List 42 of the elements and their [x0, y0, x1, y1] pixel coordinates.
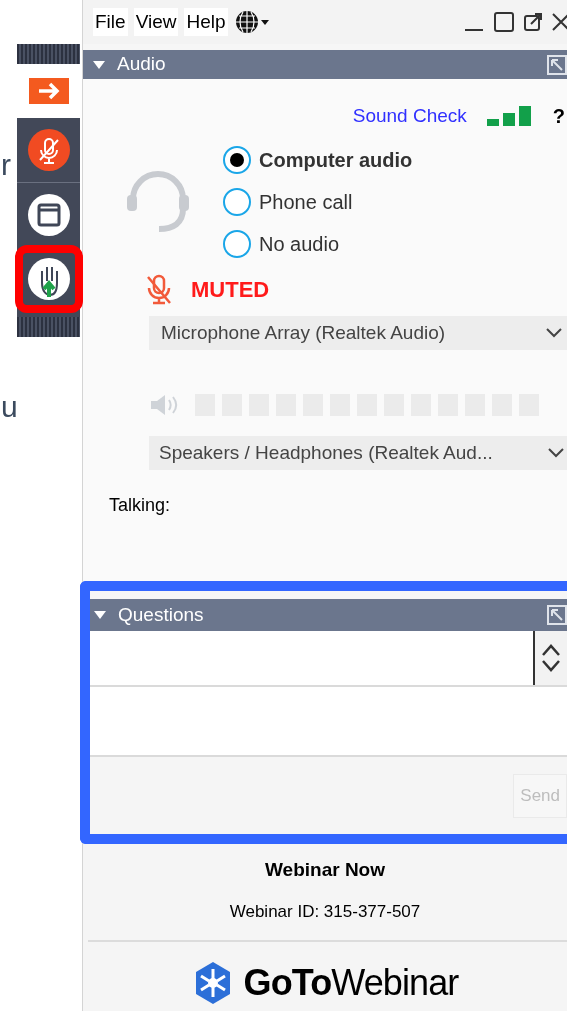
signal-bars-icon — [486, 106, 533, 126]
globe-dropdown-icon[interactable] — [233, 9, 270, 35]
scroll-up-icon[interactable] — [541, 643, 561, 657]
maximize-icon[interactable] — [493, 11, 515, 33]
scroll-down-icon[interactable] — [541, 659, 561, 673]
muted-microphone-icon — [145, 273, 173, 306]
radio-label[interactable]: Computer audio — [259, 145, 413, 175]
popout-icon[interactable] — [547, 605, 567, 625]
talking-label: Talking: — [109, 494, 172, 517]
muted-microphone-icon — [26, 128, 71, 172]
window-icon — [26, 193, 71, 237]
microphone-dropdown[interactable]: Microphone Array (Realtek Audio) — [149, 316, 567, 350]
radio-label[interactable]: Phone call — [259, 187, 353, 217]
popout-window-icon[interactable] — [523, 12, 543, 32]
speaker-dropdown[interactable]: Speakers / Headphones (Realtek Aud... — [149, 436, 567, 470]
menu-item[interactable]: File — [93, 7, 128, 37]
grip-handle[interactable] — [17, 44, 80, 64]
chevron-down-icon — [545, 327, 563, 339]
radio-button[interactable] — [223, 230, 251, 258]
help-mark[interactable]: ? — [552, 101, 565, 131]
radio-button[interactable] — [223, 146, 251, 174]
logo-wordmark: GoToWebinar — [243, 961, 459, 1005]
menu-item[interactable]: Help — [184, 7, 228, 37]
slide-text-fragment: r — [1, 150, 11, 180]
popout-icon[interactable] — [547, 54, 567, 75]
panel-title: Audio — [117, 52, 166, 77]
close-icon[interactable] — [551, 12, 567, 32]
chevron-down-icon — [547, 447, 565, 459]
question-input-field[interactable] — [90, 687, 567, 757]
sound-check-link[interactable]: Sound Check — [352, 101, 467, 131]
raised-hand-icon — [26, 257, 71, 301]
slide-text-fragment: u — [1, 392, 18, 422]
menu-item[interactable]: View — [133, 7, 179, 37]
radio-label[interactable]: No audio — [259, 229, 340, 259]
panel-title: Questions — [118, 602, 204, 627]
grip-handle[interactable] — [17, 317, 80, 337]
webinar-id: Webinar ID: 315-377-507 — [229, 900, 421, 923]
collapse-triangle-icon[interactable] — [93, 60, 105, 69]
radio-button[interactable] — [223, 188, 251, 216]
webinar-title: Webinar Now — [265, 858, 385, 882]
collapse-triangle-icon[interactable] — [94, 611, 106, 619]
muted-status: MUTED — [191, 276, 270, 304]
